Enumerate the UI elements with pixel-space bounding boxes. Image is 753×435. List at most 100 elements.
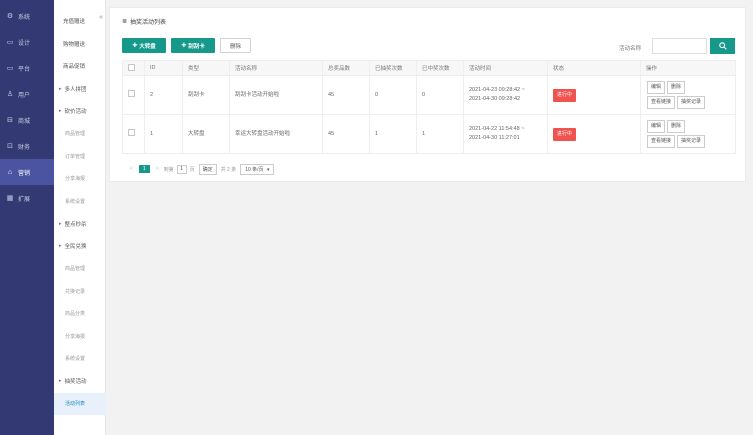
page-unit-label: 页 bbox=[189, 166, 195, 173]
nav-item-3[interactable]: ♙ 用户 bbox=[0, 81, 54, 107]
nav-item-2[interactable]: ▭ 平台 bbox=[0, 55, 54, 81]
nav-item-4[interactable]: ⊟ 商城 bbox=[0, 107, 54, 133]
submenu-item[interactable]: 兑换记录 bbox=[54, 280, 106, 303]
shop-icon: ⊟ bbox=[7, 117, 13, 124]
column-header: 活动时间 bbox=[463, 60, 548, 76]
nav-item-label: 平台 bbox=[18, 66, 31, 73]
nav-item-1[interactable]: ▭ 设计 bbox=[0, 29, 54, 55]
nav-item-label: 营销 bbox=[18, 170, 31, 177]
nav-item-7[interactable]: ▦ 扩展 bbox=[0, 185, 54, 211]
ops-line: 编辑 删除 bbox=[646, 80, 730, 95]
cell-id: 2 bbox=[144, 75, 183, 115]
prev-page-button[interactable]: < bbox=[130, 166, 133, 172]
goto-confirm-button[interactable]: 确定 bbox=[198, 163, 217, 175]
desktop-icon: ▭ bbox=[6, 65, 14, 72]
draw-records-button[interactable]: 抽奖记录 bbox=[677, 135, 706, 148]
submenu-item[interactable]: 商品管理 bbox=[54, 258, 106, 281]
submenu-item[interactable]: 分享海报 bbox=[54, 168, 106, 191]
column-header: 类型 bbox=[182, 60, 230, 76]
search-button[interactable] bbox=[710, 38, 735, 54]
submenu-item-label: 兑换记录 bbox=[65, 288, 86, 295]
ops-line: 编辑 删除 bbox=[646, 119, 730, 134]
submenu-item[interactable]: 系统设置 bbox=[54, 190, 106, 213]
submenu-item[interactable]: ▸ 砍价活动 bbox=[54, 100, 106, 123]
add-wheel-button[interactable]: ✚ 大转盘 bbox=[122, 38, 166, 53]
nav-item-label: 设计 bbox=[18, 40, 31, 47]
time-end: 2021-04-30 11:27:01 bbox=[469, 135, 520, 141]
cell-won: 0 bbox=[416, 75, 464, 115]
delete-row-button[interactable]: 删除 bbox=[667, 81, 686, 94]
gear-icon: ⚙ bbox=[6, 13, 14, 20]
column-header: ID bbox=[144, 60, 183, 76]
time-start: 2021-04-23 09:28:42 ~ bbox=[469, 87, 525, 93]
edit-button[interactable]: 编辑 bbox=[647, 120, 666, 133]
row-checkbox[interactable] bbox=[128, 128, 135, 136]
submenu-item[interactable]: ▸ 多人拼团 bbox=[54, 78, 106, 101]
delete-row-button[interactable]: 删除 bbox=[667, 120, 686, 133]
cell-total: 45 bbox=[322, 114, 370, 154]
column-header: 已中奖次数 bbox=[416, 60, 464, 76]
column-header: 操作 bbox=[640, 60, 736, 76]
submenu-item-label: 系统设置 bbox=[65, 198, 86, 205]
submenu-item[interactable]: 订单管理 bbox=[54, 145, 106, 168]
next-page-button[interactable]: > bbox=[156, 166, 159, 172]
activity-table: ID 类型 活动名称 总奖品数 已抽奖次数 已中奖次数 活动时间 状态 操作 2 刮刮卡 刮刮卡活动… bbox=[122, 60, 736, 154]
table-header-row: ID 类型 活动名称 总奖品数 已抽奖次数 已中奖次数 活动时间 状态 操作 bbox=[122, 60, 736, 76]
add-scratch-button[interactable]: ✚ 刮刮卡 bbox=[171, 38, 215, 53]
submenu-item[interactable]: ▸ 整点秒杀 bbox=[54, 213, 106, 236]
draw-records-button[interactable]: 抽奖记录 bbox=[677, 96, 706, 109]
nav-item-5[interactable]: ⊡ 财务 bbox=[0, 133, 54, 159]
view-link-button[interactable]: 查看链接 bbox=[647, 96, 676, 109]
submenu-item-label: 分享海报 bbox=[65, 176, 86, 183]
delete-label: 删除 bbox=[229, 43, 241, 50]
submenu-item-label: 全民兑换 bbox=[64, 244, 87, 251]
submenu-item[interactable]: 分享海报 bbox=[54, 325, 106, 348]
row-select-cell bbox=[122, 114, 145, 154]
goto-page-input[interactable]: 1 bbox=[176, 164, 187, 174]
column-header: 活动名称 bbox=[229, 60, 323, 76]
list-icon: ≣ bbox=[122, 19, 128, 25]
submenu-item-label: 分享海报 bbox=[65, 333, 86, 340]
search-label: 活动名称 bbox=[619, 46, 642, 52]
nav-item-6[interactable]: ⌂ 营销 bbox=[0, 159, 54, 185]
status-badge: 进行中 bbox=[553, 88, 577, 102]
chevron-down-icon: ▾ bbox=[266, 166, 270, 173]
submenu-item-label: 系统设置 bbox=[65, 356, 86, 363]
submenu-item[interactable]: 商品促销 bbox=[54, 55, 106, 78]
nav-item-0[interactable]: ⚙ 系统 bbox=[0, 3, 54, 29]
submenu-item-label: 多人拼团 bbox=[64, 86, 87, 93]
nav-item-label: 扩展 bbox=[18, 196, 31, 203]
submenu-item[interactable]: ▸ 全民兑换 bbox=[54, 235, 106, 258]
page-number-button[interactable]: 1 bbox=[138, 165, 150, 173]
cell-time: 2021-04-23 09:28:42 ~ 2021-04-30 09:28:42 bbox=[463, 75, 548, 115]
submenu-item[interactable]: 商品分类 bbox=[54, 303, 106, 326]
submenu-item[interactable]: 活动列表 bbox=[54, 392, 106, 415]
submenu-item[interactable]: 充值赠送 bbox=[54, 10, 106, 33]
column-header: 状态 bbox=[547, 60, 641, 76]
submenu-item[interactable]: 系统设置 bbox=[54, 348, 106, 371]
table-row: 1 大转盘 幸运大转盘活动开始啦 45 1 1 2021-04-22 11:54:48 ~2… bbox=[122, 114, 736, 154]
nav-item-label: 系统 bbox=[18, 14, 31, 21]
submenu-item-label: 购物赠送 bbox=[63, 41, 86, 48]
cell-drawn: 1 bbox=[369, 114, 417, 154]
row-checkbox[interactable] bbox=[128, 89, 135, 97]
submenu-item-label: 商品分类 bbox=[65, 311, 86, 318]
cell-ops: 编辑 删除 查看链接 抽奖记录 bbox=[640, 114, 736, 154]
cell-name: 刮刮卡活动开始啦 bbox=[229, 75, 323, 115]
submenu-item[interactable]: ▸ 抽奖活动 bbox=[54, 370, 106, 393]
page-size-select[interactable]: 10 条/页 ▾ bbox=[240, 163, 275, 175]
edit-button[interactable]: 编辑 bbox=[647, 81, 666, 94]
submenu-item[interactable]: 商品管理 bbox=[54, 123, 106, 146]
cell-ops: 编辑 删除 查看链接 抽奖记录 bbox=[640, 75, 736, 115]
submenu-item-label: 商品管理 bbox=[65, 266, 86, 273]
select-all-checkbox[interactable] bbox=[128, 63, 135, 71]
view-link-button[interactable]: 查看链接 bbox=[647, 135, 676, 148]
submenu-item[interactable]: 购物赠送 bbox=[54, 33, 106, 56]
search-input[interactable] bbox=[652, 38, 707, 54]
submenu-item-label: 砍价活动 bbox=[64, 109, 87, 116]
delete-button[interactable]: 删除 bbox=[220, 38, 251, 53]
submenu-item-label: 抽奖活动 bbox=[64, 379, 87, 386]
status-badge: 进行中 bbox=[553, 127, 577, 141]
column-header bbox=[122, 60, 145, 76]
submenu-item-label: 订单管理 bbox=[65, 153, 86, 160]
